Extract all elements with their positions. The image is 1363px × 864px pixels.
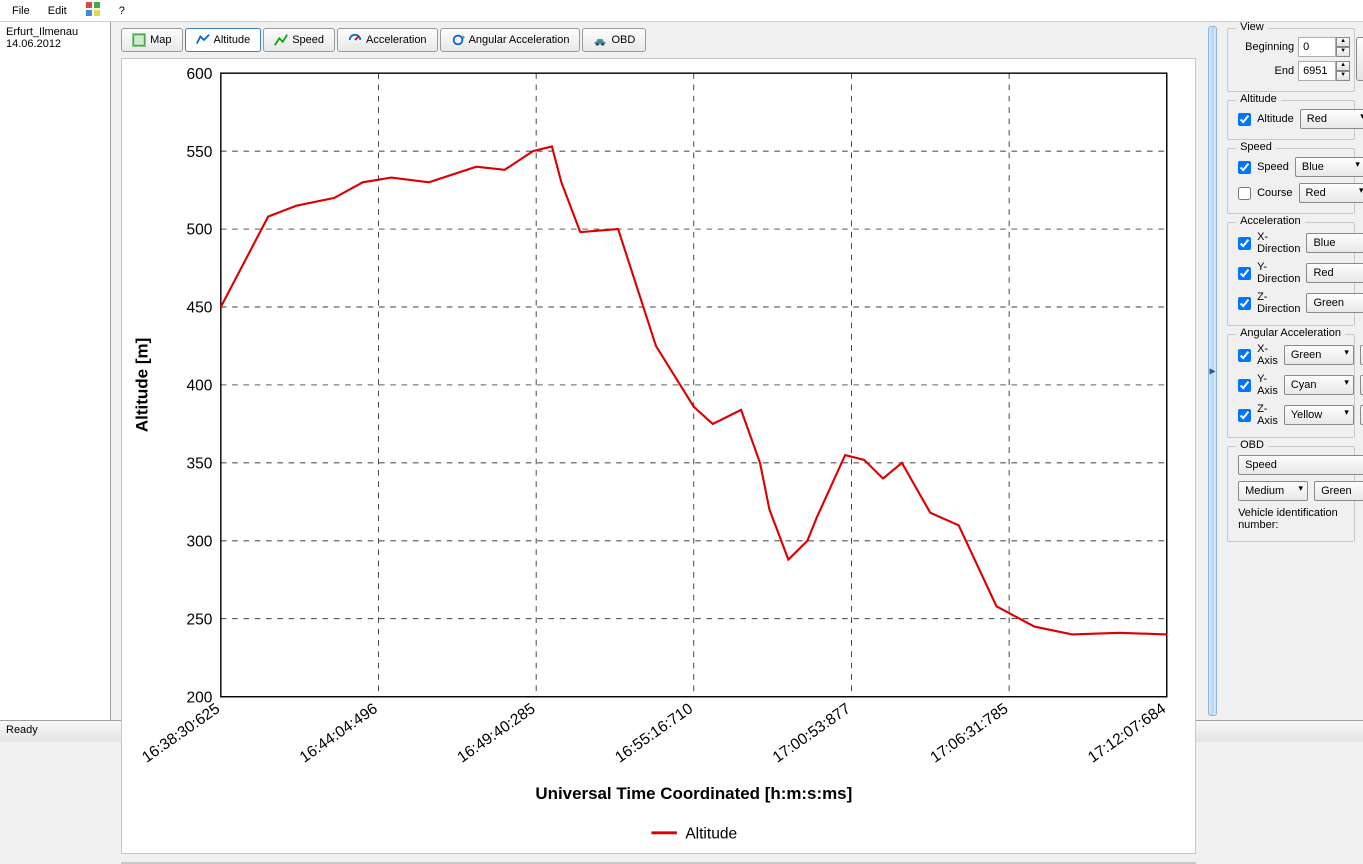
- x-axis-color-select[interactable]: RedBlueGreenCyanYellow: [1284, 345, 1354, 365]
- speed-color-select[interactable]: RedBlueGreenCyanYellow: [1295, 157, 1363, 177]
- end-input[interactable]: [1298, 61, 1336, 81]
- z-axis-checkbox[interactable]: [1238, 409, 1251, 422]
- spin-up[interactable]: ▲: [1336, 61, 1350, 71]
- svg-text:17:00:53:877: 17:00:53:877: [770, 700, 854, 766]
- group-title: View: [1236, 22, 1268, 33]
- course-checkbox[interactable]: [1238, 187, 1251, 200]
- tab-speed[interactable]: Speed: [263, 28, 335, 52]
- thumbnails-strip: 916:48:1216:48:1616:48:1816:48:2116:48:2…: [121, 862, 1196, 864]
- obd-color-select[interactable]: RedBlueGreenCyanYellow: [1314, 481, 1363, 501]
- x-direction-checkbox[interactable]: [1238, 237, 1251, 250]
- svg-text:300: 300: [187, 533, 213, 550]
- group-speed: SpeedSpeedRedBlueGreenCyanYellowThinMedi…: [1227, 148, 1355, 214]
- toolbar-palette-icon[interactable]: [77, 0, 109, 22]
- reset-zoom-button[interactable]: Reset zoom: [1356, 37, 1363, 81]
- tab-label: Acceleration: [366, 34, 427, 46]
- end-label: End: [1238, 65, 1294, 77]
- speed-checkbox[interactable]: [1238, 161, 1251, 174]
- course-color-select[interactable]: RedBlueGreenCyanYellow: [1299, 183, 1363, 203]
- menu-help[interactable]: ?: [111, 3, 133, 19]
- tab-angular-acceleration[interactable]: Angular Acceleration: [440, 28, 581, 52]
- beginning-input[interactable]: [1298, 37, 1336, 57]
- tabs: Map Altitude Speed Acceleration Angular Acce…: [115, 26, 1202, 54]
- obd-sensor-select[interactable]: Speed: [1238, 455, 1363, 475]
- svg-text:17:06:31:785: 17:06:31:785: [928, 700, 1012, 766]
- svg-text:500: 500: [187, 222, 213, 239]
- y-direction-color-select[interactable]: RedBlueGreenCyanYellow: [1306, 263, 1363, 283]
- panel-splitter[interactable]: [1208, 26, 1217, 716]
- tab-label: Map: [150, 34, 171, 46]
- sidebar: Erfurt_Ilmenau 14.06.2012: [0, 22, 111, 720]
- spin-down[interactable]: ▼: [1336, 71, 1350, 81]
- tab-label: Altitude: [214, 34, 251, 46]
- z-axis-color-select[interactable]: RedBlueGreenCyanYellow: [1284, 405, 1354, 425]
- svg-text:16:44:04:496: 16:44:04:496: [297, 700, 381, 766]
- settings-panel: View Beginning ▲▼ End ▲▼: [1219, 22, 1363, 720]
- svg-text:16:49:40:285: 16:49:40:285: [455, 700, 539, 766]
- cfg-label: Course: [1257, 187, 1292, 199]
- y-direction-checkbox[interactable]: [1238, 267, 1251, 280]
- svg-text:16:38:30:625: 16:38:30:625: [139, 700, 223, 766]
- menubar: File Edit ?: [0, 0, 1363, 22]
- x-direction-color-select[interactable]: RedBlueGreenCyanYellow: [1306, 233, 1363, 253]
- vin-label: Vehicle identification number:: [1238, 507, 1344, 531]
- tab-altitude[interactable]: Altitude: [185, 28, 262, 52]
- cfg-label: Altitude: [1257, 113, 1294, 125]
- cfg-label: Z-Axis: [1257, 403, 1278, 427]
- svg-text:16:55:16:710: 16:55:16:710: [612, 700, 696, 766]
- group-view: View Beginning ▲▼ End ▲▼: [1227, 28, 1355, 92]
- svg-text:Universal Time Coordinated [h:: Universal Time Coordinated [h:m:s:ms]: [535, 784, 852, 803]
- spin-up[interactable]: ▲: [1336, 37, 1350, 47]
- cfg-label: Y-Axis: [1257, 373, 1278, 397]
- group-acceleration: AccelerationX-DirectionRedBlueGreenCyanY…: [1227, 222, 1355, 326]
- tab-label: Angular Acceleration: [469, 34, 570, 46]
- obd-thick-select[interactable]: ThinMediumBold: [1238, 481, 1308, 501]
- svg-text:Altitude: Altitude: [685, 825, 737, 842]
- tab-label: Speed: [292, 34, 324, 46]
- tab-obd[interactable]: OBD: [582, 28, 646, 52]
- svg-text:450: 450: [187, 300, 213, 317]
- spin-down[interactable]: ▼: [1336, 47, 1350, 57]
- altitude-checkbox[interactable]: [1238, 113, 1251, 126]
- beginning-label: Beginning: [1238, 41, 1294, 53]
- svg-text:250: 250: [187, 611, 213, 628]
- svg-text:Altitude [m]: Altitude [m]: [133, 338, 152, 432]
- group-obd: OBD Speed ThinMediumBold RedBlueGreenCya…: [1227, 446, 1355, 542]
- menu-edit[interactable]: Edit: [40, 3, 75, 19]
- svg-text:350: 350: [187, 456, 213, 473]
- svg-text:600: 600: [187, 66, 213, 83]
- tab-label: OBD: [611, 34, 635, 46]
- cfg-label: Speed: [1257, 161, 1289, 173]
- cfg-label: Z-Direction: [1257, 291, 1300, 315]
- tab-map[interactable]: Map: [121, 28, 182, 52]
- y-axis-checkbox[interactable]: [1238, 379, 1251, 392]
- z-direction-color-select[interactable]: RedBlueGreenCyanYellow: [1306, 293, 1363, 313]
- group-altitude: AltitudeAltitudeRedBlueGreenCyanYellowTh…: [1227, 100, 1355, 140]
- cfg-label: X-Axis: [1257, 343, 1278, 367]
- tab-acceleration[interactable]: Acceleration: [337, 28, 438, 52]
- cfg-label: X-Direction: [1257, 231, 1300, 255]
- x-axis-checkbox[interactable]: [1238, 349, 1251, 362]
- cfg-label: Y-Direction: [1257, 261, 1300, 285]
- group-angular: Angular AccelerationX-AxisRedBlueGreenCy…: [1227, 334, 1355, 438]
- z-direction-checkbox[interactable]: [1238, 297, 1251, 310]
- altitude-color-select[interactable]: RedBlueGreenCyanYellow: [1300, 109, 1363, 129]
- svg-text:400: 400: [187, 378, 213, 395]
- svg-text:550: 550: [187, 144, 213, 161]
- chart-area: 20025030035040045050055060016:38:30:6251…: [121, 58, 1196, 854]
- tree-item[interactable]: Erfurt_Ilmenau 14.06.2012: [0, 22, 110, 54]
- y-axis-color-select[interactable]: RedBlueGreenCyanYellow: [1284, 375, 1354, 395]
- menu-file[interactable]: File: [4, 3, 38, 19]
- svg-text:17:12:07:684: 17:12:07:684: [1085, 700, 1169, 766]
